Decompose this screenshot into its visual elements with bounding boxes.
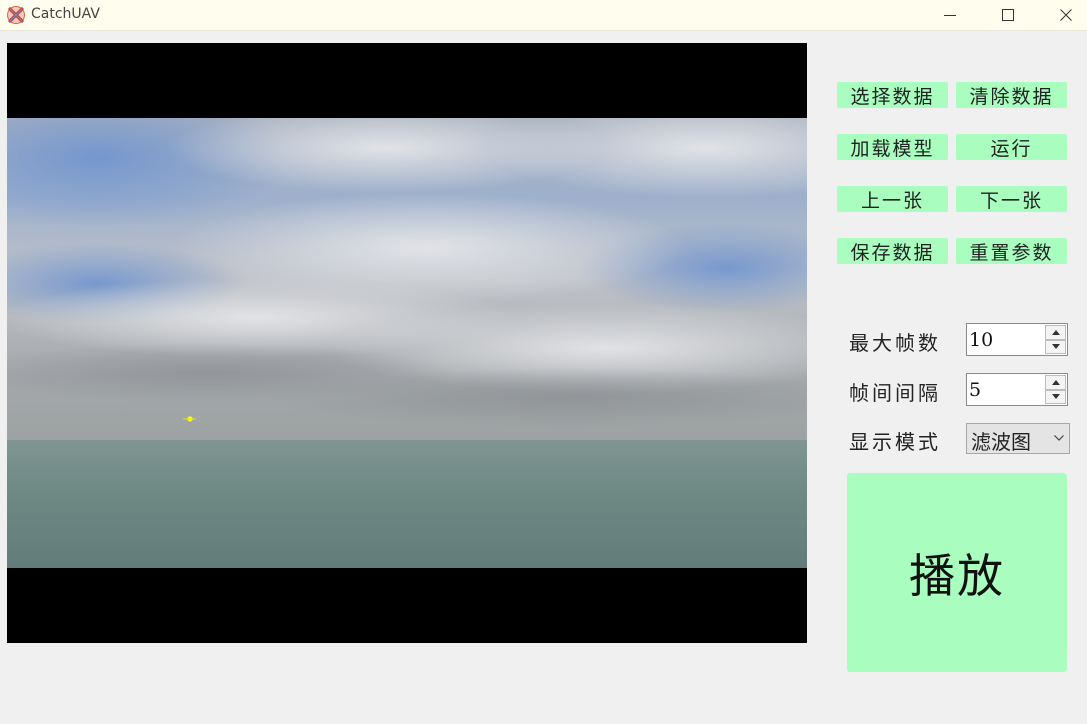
arrow-up-icon [1051,379,1060,385]
max-frames-spinbox[interactable] [966,323,1068,356]
clear-data-button[interactable]: 清除数据 [956,82,1067,108]
select-data-button[interactable]: 选择数据 [837,82,948,108]
play-button[interactable]: 播放 [847,473,1067,672]
frame-interval-label: 帧间间隔 [849,381,941,405]
window-title: CatchUAV [31,6,100,22]
reset-params-button[interactable]: 重置参数 [956,238,1067,264]
save-data-button[interactable]: 保存数据 [837,238,948,264]
arrow-down-icon [1051,344,1060,350]
max-frames-input[interactable] [969,327,1039,353]
display-mode-select[interactable]: 滤波图 [966,423,1070,454]
max-frames-stepper[interactable] [1045,325,1066,354]
max-frames-up-button[interactable] [1045,325,1066,340]
max-frames-label: 最大帧数 [849,331,941,355]
load-model-button[interactable]: 加载模型 [837,134,948,160]
frame-interval-stepper[interactable] [1045,375,1066,404]
maximize-button[interactable] [979,0,1037,30]
close-icon [1060,9,1072,21]
max-frames-down-button[interactable] [1045,339,1066,354]
chevron-down-icon [1054,435,1064,441]
run-button[interactable]: 运行 [956,134,1067,160]
maximize-icon [1002,9,1014,21]
arrow-down-icon [1051,394,1060,400]
app-icon [7,6,25,24]
minimize-icon [944,15,956,16]
arrow-up-icon [1051,329,1060,335]
frame-interval-up-button[interactable] [1045,375,1066,390]
image-viewer [7,43,807,643]
frame-interval-input[interactable] [969,377,1039,403]
next-image-button[interactable]: 下一张 [956,186,1067,212]
frame-interval-spinbox[interactable] [966,373,1068,406]
display-mode-value: 滤波图 [971,430,1031,454]
sky-sea-frame [7,118,807,568]
frame-interval-down-button[interactable] [1045,389,1066,404]
close-button[interactable] [1037,0,1087,30]
display-mode-label: 显示模式 [849,430,941,454]
title-bar: CatchUAV [0,0,1087,31]
prev-image-button[interactable]: 上一张 [837,186,948,212]
minimize-button[interactable] [921,0,979,30]
